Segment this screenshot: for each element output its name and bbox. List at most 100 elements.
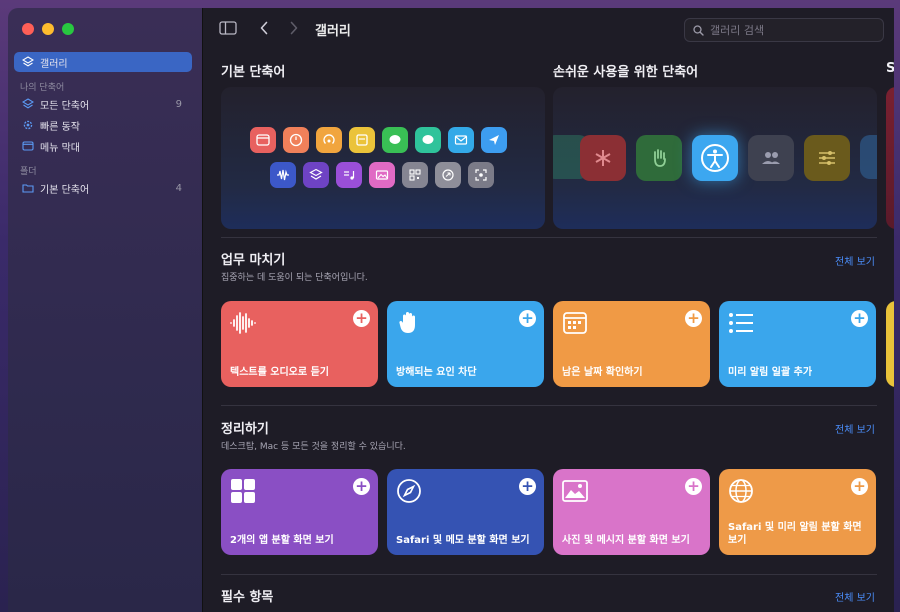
layers-icon [22,56,34,68]
card-label: 미리 알림 일괄 추가 [728,367,813,378]
main-content: 갤러리 기본 단축어 손쉬운 사용을 위한 단축어 S [202,8,894,612]
section-title-organize: 정리하기 [221,422,269,437]
zoom-window-button[interactable] [62,23,74,35]
card-label: 텍스트를 오디오로 듣기 [230,367,329,378]
sidebar-item-count: 9 [175,98,182,110]
sidebar-item-label: 갤러리 [40,58,68,70]
share-icon [435,162,461,188]
card-label: Safari 및 미리 알림 분할 화면 보기 [728,522,862,546]
card-label: 방해되는 요인 차단 [396,367,477,378]
add-shortcut-button[interactable]: + [851,310,868,327]
add-shortcut-button[interactable]: + [685,478,702,495]
add-shortcut-button[interactable]: + [685,310,702,327]
add-shortcut-button[interactable]: + [519,310,536,327]
shortcut-card-partial[interactable] [886,301,894,387]
shortcut-card-safari-reminders-split[interactable]: + Safari 및 미리 알림 분할 화면 보기 [719,469,876,555]
sidebar-section-my-shortcuts: 나의 단축어 [20,83,65,93]
sidebar: 갤러리 나의 단축어 모든 단축어 9 빠른 동작 메뉴 막대 폴더 기본 단축… [8,8,202,612]
people-icon [748,135,794,181]
sidebar-item-label: 모든 단축어 [40,100,90,112]
close-window-button[interactable] [22,23,34,35]
menubar-icon [22,140,34,152]
accessibility-icon [692,135,738,181]
hero-title-third-partial: S [886,61,894,76]
qr-code-icon [402,162,428,188]
calendar-icon [561,309,589,337]
folder-icon [22,182,34,194]
shortcut-card-bulk-reminders[interactable]: + 미리 알림 일괄 추가 [719,301,876,387]
hero-title-basic: 기본 단축어 [221,65,286,80]
sidebar-item-count: 4 [175,182,182,194]
sidebar-toggle-icon[interactable] [219,20,237,36]
shortcut-card-safari-notes-split[interactable]: + Safari 및 메모 분할 화면 보기 [387,469,544,555]
search-input[interactable] [710,23,870,37]
grid-icon [22,98,34,110]
section-subtitle-organize: 데스크탑, Mac 등 모든 것을 정리할 수 있습니다. [221,442,406,452]
send-icon [481,127,507,153]
message-icon [382,127,408,153]
sliders-icon [804,135,850,181]
hero-card-third-partial[interactable] [886,87,894,229]
section-subtitle-focus: 집중하는 데 도움이 되는 단축어입니다. [221,273,368,283]
section-title-essentials: 필수 항목 [221,590,274,605]
four-squares-icon [229,477,257,505]
card-label: 2개의 앱 분할 화면 보기 [230,535,334,546]
see-all-link-organize[interactable]: 전체 보기 [835,421,875,436]
hand-icon [636,135,682,181]
shortcut-card-photos-messages-split[interactable]: + 사진 및 메시지 분할 화면 보기 [553,469,710,555]
sidebar-item-gallery[interactable]: 갤러리 [14,52,192,72]
waveform-icon [229,309,257,337]
section-title-focus: 업무 마치기 [221,253,286,268]
forward-chevron-icon[interactable] [285,20,303,36]
sidebar-section-folders: 폴더 [20,167,37,177]
photos-icon [369,162,395,188]
add-shortcut-button[interactable]: + [519,478,536,495]
asterisk-icon [580,135,626,181]
sidebar-item-menu-bar[interactable]: 메뉴 막대 [14,136,192,156]
section-divider [221,237,877,238]
minimize-window-button[interactable] [42,23,54,35]
screenshot-icon [468,162,494,188]
add-shortcut-button[interactable]: + [353,478,370,495]
shortcut-card-two-apps-split[interactable]: + 2개의 앱 분할 화면 보기 [221,469,378,555]
music-icon [336,162,362,188]
compass-icon [395,477,423,505]
window-controls [22,23,74,35]
sidebar-item-basic-shortcuts-folder[interactable]: 기본 단축어 4 [14,178,192,198]
search-field[interactable] [684,18,884,42]
shortcut-card-text-to-audio[interactable]: + 텍스트를 오디오로 듣기 [221,301,378,387]
hero-card-basic-shortcuts[interactable] [221,87,545,229]
hand-icon [395,309,423,337]
card-label: Safari 및 메모 분할 화면 보기 [396,535,530,546]
partial-icon [860,135,877,179]
section-divider [221,405,877,406]
page-title: 갤러리 [315,24,351,39]
shortcut-card-block-distractions[interactable]: + 방해되는 요인 차단 [387,301,544,387]
note-add-icon [349,127,375,153]
gear-icon [22,119,34,131]
sidebar-item-label: 메뉴 막대 [40,142,80,154]
hero-card-accessibility-shortcuts[interactable] [553,87,877,229]
add-shortcut-button[interactable]: + [353,310,370,327]
chat-icon [415,127,441,153]
timer-icon [283,127,309,153]
shortcut-card-days-left[interactable]: + 남은 날짜 확인하기 [553,301,710,387]
mail-icon [448,127,474,153]
sidebar-item-all-shortcuts[interactable]: 모든 단축어 9 [14,94,192,114]
see-all-link-essentials[interactable]: 전체 보기 [835,589,875,604]
globe-icon [727,477,755,505]
photo-icon [561,477,589,505]
app-window: 갤러리 나의 단축어 모든 단축어 9 빠른 동작 메뉴 막대 폴더 기본 단축… [0,0,900,612]
card-label: 사진 및 메시지 분할 화면 보기 [562,535,690,546]
calendar-icon [250,127,276,153]
add-shortcut-button[interactable]: + [851,478,868,495]
section-divider [221,574,877,575]
toolbar: 갤러리 [203,8,894,48]
broadcast-icon [316,127,342,153]
sidebar-item-label: 기본 단축어 [40,184,90,196]
back-chevron-icon[interactable] [255,20,273,36]
layers-icon [303,162,329,188]
see-all-link-focus[interactable]: 전체 보기 [835,253,875,268]
list-icon [727,309,755,337]
sidebar-item-quick-actions[interactable]: 빠른 동작 [14,115,192,135]
